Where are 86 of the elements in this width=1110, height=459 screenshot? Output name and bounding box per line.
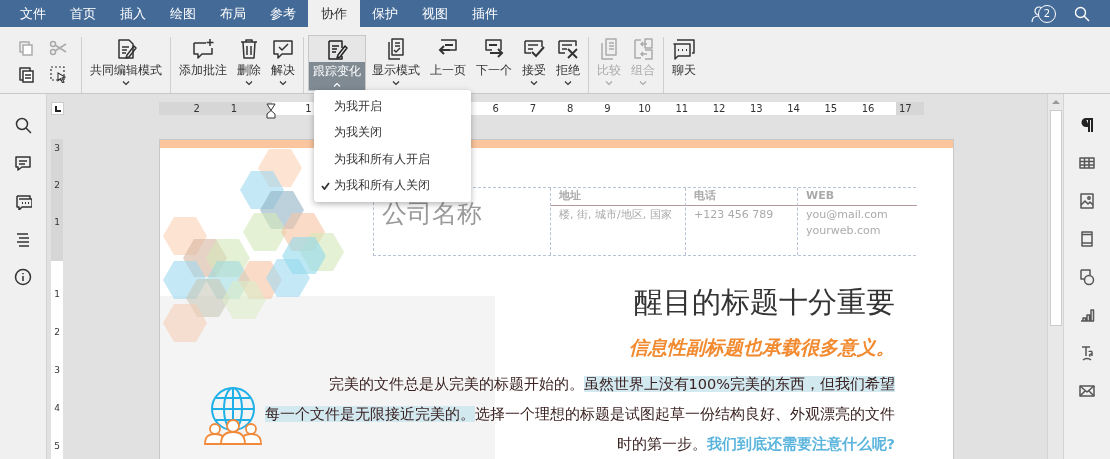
menu-item[interactable]: 为我和所有人开启 <box>314 146 471 173</box>
ruler-number: 1 <box>54 289 60 300</box>
globe-people-icon <box>203 385 263 445</box>
menu-item[interactable]: 为我关闭 <box>314 119 471 146</box>
tab-stop-icon <box>53 104 62 113</box>
ruler-number: 17 <box>898 102 913 115</box>
ruler-number: 3 <box>54 143 60 154</box>
search-icon[interactable] <box>14 116 32 134</box>
ruler-number: 13 <box>749 102 764 115</box>
toolbar-button[interactable]: 拒绝 <box>552 35 584 91</box>
comment-add-icon <box>191 37 215 61</box>
shapes-icon[interactable] <box>1078 268 1096 286</box>
ruler-number: 5 <box>54 441 60 452</box>
outline-icon[interactable] <box>14 230 32 248</box>
column-heading: 地址 <box>559 188 582 203</box>
comment-icon[interactable] <box>14 154 32 172</box>
search-icon[interactable] <box>1074 5 1090 22</box>
ruler-number: 8 <box>565 102 575 115</box>
ribbon-tab[interactable]: 布局 <box>208 0 258 27</box>
toolbar-button[interactable]: 跟踪变化 <box>308 35 366 91</box>
ruler-number: 3 <box>54 365 60 376</box>
ruler-number: 15 <box>823 102 839 115</box>
contact-text: yourweb.com <box>806 223 882 239</box>
reject-icon <box>556 37 580 61</box>
contact-text: you@mail.com <box>806 207 889 223</box>
scroll-thumb[interactable] <box>1049 110 1062 326</box>
ribbon-tab[interactable]: 插件 <box>460 0 510 27</box>
paragraph-icon[interactable] <box>1078 116 1096 134</box>
document-title: 醒目的标题十分重要 <box>633 284 896 321</box>
ruler-number: 14 <box>786 102 801 115</box>
ribbon-tab[interactable]: 视图 <box>410 0 460 27</box>
ruler-number: 1 <box>229 102 239 115</box>
mail-icon[interactable] <box>1078 382 1096 400</box>
column-heading: WEB <box>806 188 836 203</box>
body-paragraph: 完美的文件总是从完美的标题开始的。虽然世界上没有100%完美的东西，但我们希望 每一个文件是无限接近完美的。选择一个理想的标题是试图起草一份结构良好、外观漂亮的文件 时的第一步。我们到底还需要注意什么呢? <box>264 375 896 454</box>
ruler-number: 7 <box>528 102 538 115</box>
ruler-number: 12 <box>711 102 727 115</box>
ribbon-tab[interactable]: 保护 <box>360 0 410 27</box>
contact-text: +123 456 789 <box>694 207 775 223</box>
ruler-number: 11 <box>674 102 690 115</box>
ruler-number: 4 <box>54 403 60 414</box>
comments-icon[interactable] <box>14 192 32 210</box>
toolbar-button[interactable]: 解决 <box>267 35 299 91</box>
document-pencil-icon <box>325 38 349 62</box>
tab-stop-selector[interactable] <box>51 102 64 115</box>
ribbon-tab[interactable]: 绘图 <box>158 0 208 27</box>
scrollbar[interactable] <box>1047 94 1063 459</box>
ruler-number: 1 <box>304 102 313 115</box>
ruler-number: 2 <box>54 180 60 191</box>
ruler-number: 1 <box>54 217 60 228</box>
comment-check-icon <box>271 37 295 61</box>
toolbar-button[interactable]: 上一页 <box>426 35 470 91</box>
info-icon[interactable] <box>14 268 32 286</box>
ruler-number: 16 <box>860 102 876 115</box>
select-icon[interactable] <box>49 65 67 83</box>
ribbon-tab[interactable]: 首页 <box>58 0 108 27</box>
ribbon-tab[interactable]: 参考 <box>258 0 308 27</box>
merge-icon <box>631 37 655 61</box>
image-icon[interactable] <box>1078 192 1096 210</box>
toolbar-button[interactable]: 共同编辑模式 <box>86 35 166 91</box>
indent-marker-icon[interactable] <box>266 102 277 119</box>
chart-icon[interactable] <box>1078 306 1096 324</box>
toolbar-button[interactable]: 聊天 <box>668 35 700 91</box>
toolbar-button[interactable]: 下一个 <box>472 35 516 91</box>
toolbar-button[interactable]: 接受 <box>518 35 550 91</box>
menu-item[interactable]: 为我和所有人关闭 <box>314 172 471 199</box>
tablet-icon[interactable] <box>1078 230 1096 248</box>
toolbar-button[interactable]: 删除 <box>233 35 265 91</box>
column-heading: 电话 <box>694 188 717 203</box>
ruler-number: 10 <box>637 102 652 115</box>
ruler-number: 9 <box>603 102 612 115</box>
contact-text: 楼, 街, 城市/地区, 国家 <box>559 207 673 223</box>
ribbon-tab[interactable]: 插入 <box>108 0 158 27</box>
table-icon[interactable] <box>1078 154 1096 172</box>
ribbon-tab[interactable]: 文件 <box>8 0 58 27</box>
company-name: 公司名称 <box>382 200 483 228</box>
ruler-number: 6 <box>491 102 500 115</box>
ruler-number: 2 <box>54 327 60 338</box>
ribbon-tab[interactable]: 协作 <box>308 0 360 27</box>
toolbar-button[interactable]: 显示模式 <box>368 35 424 91</box>
vertical-ruler[interactable]: 3 2 1 1 2 3 4 5 <box>51 139 63 459</box>
toolbar-button[interactable]: 添加批注 <box>175 35 231 91</box>
paste-icon[interactable] <box>17 65 35 83</box>
chat-icon <box>672 37 696 61</box>
document-subtitle: 信息性副标题也承载很多意义。 <box>628 335 896 360</box>
ruler-number: 2 <box>192 102 201 115</box>
